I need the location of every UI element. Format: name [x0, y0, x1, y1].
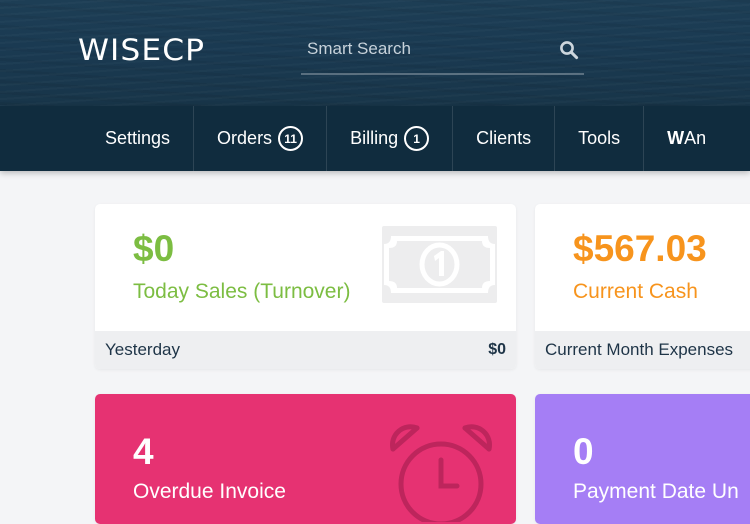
smart-search	[301, 32, 584, 75]
current-cash-card[interactable]: $567.03 Current Cash Current Month Expen…	[535, 204, 750, 369]
overdue-invoice-value: 4	[133, 431, 154, 472]
nav-label: An	[684, 128, 707, 148]
nav-item-settings[interactable]: Settings	[82, 106, 195, 171]
money-bill-icon	[382, 226, 497, 303]
main-nav: Settings Orders 11 Billing 1 Clients Too…	[0, 106, 750, 171]
current-cash-value: $567.03	[573, 228, 707, 269]
alarm-clock-icon	[390, 424, 492, 522]
today-sales-label: Today Sales (Turnover)	[133, 280, 351, 303]
current-cash-label: Current Cash	[573, 280, 698, 303]
current-month-expenses-label: Current Month Expenses	[545, 340, 734, 359]
nav-item-wanalytics[interactable]: W An	[644, 106, 729, 171]
overdue-invoice-card[interactable]: 4 Overdue Invoice	[95, 394, 516, 524]
wisecp-logo[interactable]: WISECP	[78, 33, 205, 67]
overdue-invoice-label: Overdue Invoice	[133, 480, 286, 503]
payment-date-value: 0	[573, 431, 594, 472]
nav-item-orders[interactable]: Orders 11	[194, 106, 328, 171]
nav-label: Settings	[105, 128, 171, 148]
today-sales-value: $0	[133, 228, 175, 269]
yesterday-value: $0	[488, 341, 506, 358]
nav-item-tools[interactable]: Tools	[555, 106, 645, 171]
billing-count-badge: 1	[404, 126, 430, 151]
today-sales-footer: Yesterday $0	[95, 331, 516, 369]
search-input[interactable]	[307, 36, 547, 62]
nav-item-billing[interactable]: Billing 1	[327, 106, 454, 171]
nav-label-bold: W	[667, 128, 685, 148]
header: WISECP	[0, 0, 750, 106]
nav-label: Billing	[350, 128, 399, 148]
nav-label: Clients	[476, 128, 532, 148]
current-cash-footer: Current Month Expenses	[535, 331, 750, 369]
nav-label: Tools	[578, 128, 621, 148]
search-icon[interactable]	[559, 40, 579, 60]
nav-label: Orders	[217, 128, 273, 148]
today-sales-card[interactable]: $0 Today Sales (Turnover) Yesterday $0	[95, 204, 516, 369]
payment-date-label: Payment Date Un	[573, 480, 739, 503]
yesterday-label: Yesterday	[105, 340, 180, 359]
orders-count-badge: 11	[278, 126, 304, 151]
payment-date-card[interactable]: 0 Payment Date Un	[535, 394, 750, 524]
nav-item-clients[interactable]: Clients	[453, 106, 556, 171]
